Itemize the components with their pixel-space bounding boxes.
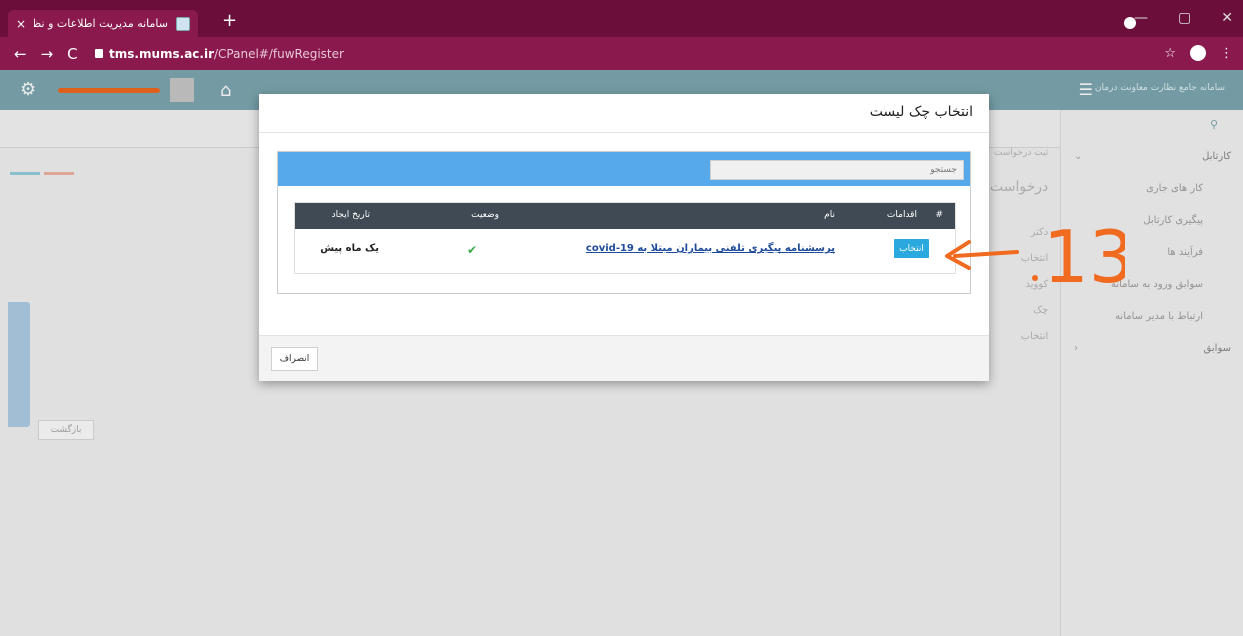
window-controls: — ▢ ✕ xyxy=(1134,10,1233,26)
address-bar-actions: ☆ ⋮ xyxy=(1164,45,1233,61)
reload-button[interactable]: C xyxy=(67,45,77,63)
maximize-button[interactable]: ▢ xyxy=(1178,10,1191,26)
browser-menu-icon[interactable]: ⋮ xyxy=(1220,46,1233,61)
site-favicon-icon xyxy=(176,16,190,31)
panel-header xyxy=(278,152,970,186)
checklist-modal: انتخاب چک لیست # اقدامات نام وضعیت تاریخ… xyxy=(259,94,989,381)
new-tab-button[interactable]: + xyxy=(222,12,237,30)
created-date: یک ماه پیش xyxy=(320,243,379,254)
forward-nav-button[interactable]: → xyxy=(41,45,54,63)
cancel-button[interactable]: انصراف xyxy=(271,347,318,371)
minimize-button[interactable]: — xyxy=(1134,10,1148,26)
column-created: تاریخ ایجاد xyxy=(331,210,370,220)
table-row: انتخاب پرسشنامه پیگیری تلفنی بیماران مبت… xyxy=(295,229,955,273)
checklist-panel: # اقدامات نام وضعیت تاریخ ایجاد انتخاب پ… xyxy=(277,151,971,294)
lock-icon xyxy=(95,49,103,58)
back-nav-button[interactable]: ← xyxy=(14,45,27,63)
annotation-arrow: 13 xyxy=(945,215,1125,299)
checklist-table: # اقدامات نام وضعیت تاریخ ایجاد انتخاب پ… xyxy=(294,202,956,274)
tab-close-icon[interactable]: × xyxy=(16,17,26,31)
tab-title: سامانه مدیریت اطلاعات و نظارت xyxy=(34,17,168,30)
search-input[interactable] xyxy=(710,160,964,180)
checklist-name-link[interactable]: پرسشنامه پیگیری تلفنی بیماران مبتلا به c… xyxy=(586,243,835,254)
url-path: /CPanel#/fuwRegister xyxy=(214,46,344,61)
table-header: # اقدامات نام وضعیت تاریخ ایجاد xyxy=(295,203,955,229)
column-actions: اقدامات xyxy=(886,210,917,220)
url-field[interactable]: tms.mums.ac.ir/CPanel#/fuwRegister xyxy=(95,42,1225,65)
column-status: وضعیت xyxy=(471,210,499,220)
profile-avatar[interactable] xyxy=(1190,45,1206,61)
modal-title: انتخاب چک لیست xyxy=(869,104,973,120)
bookmark-star-icon[interactable]: ☆ xyxy=(1164,46,1176,61)
close-window-button[interactable]: ✕ xyxy=(1221,10,1233,26)
browser-tab-bar: سامانه مدیریت اطلاعات و نظارت × + — ▢ ✕ xyxy=(0,0,1243,37)
url-host: tms.mums.ac.ir xyxy=(109,46,214,61)
annotation-label: 13 xyxy=(1043,215,1125,299)
check-icon: ✔ xyxy=(466,243,477,257)
address-bar: ← → C tms.mums.ac.ir/CPanel#/fuwRegister… xyxy=(0,37,1243,70)
browser-tab[interactable]: سامانه مدیریت اطلاعات و نظارت × xyxy=(8,10,198,37)
modal-header: انتخاب چک لیست xyxy=(259,94,989,133)
column-name: نام xyxy=(824,210,835,220)
select-checklist-button[interactable]: انتخاب xyxy=(894,239,929,258)
modal-footer: انصراف xyxy=(259,335,989,381)
